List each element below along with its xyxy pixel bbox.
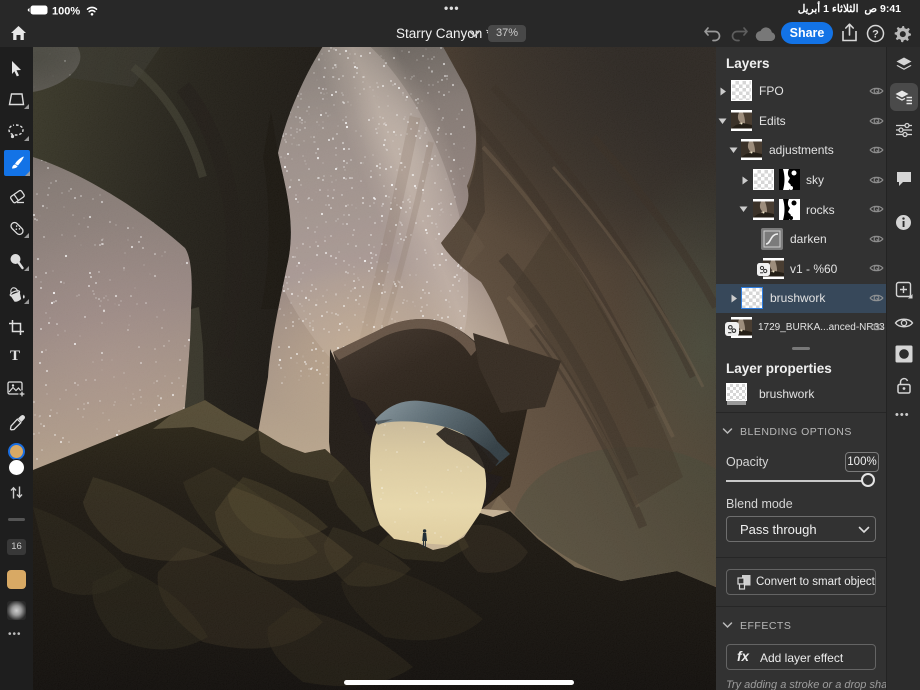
svg-text:?: ?: [872, 29, 879, 41]
svg-text:100%: 100%: [52, 6, 80, 18]
